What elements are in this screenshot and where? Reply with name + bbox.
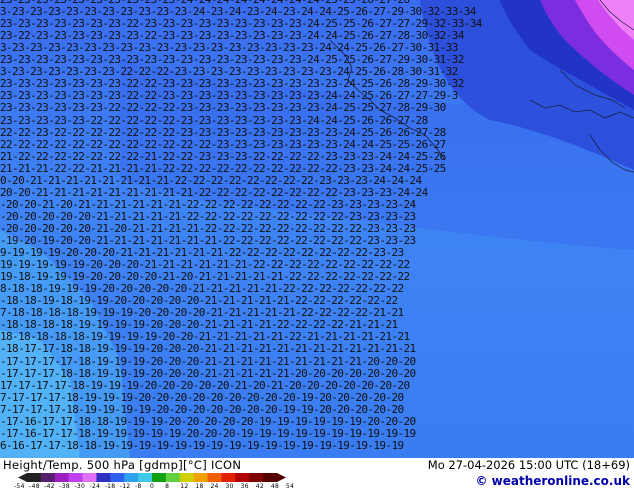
- scale-tick-label: -24: [89, 483, 101, 490]
- scale-swatch: [179, 473, 195, 482]
- scale-swatch: [249, 473, 264, 482]
- scale-tick-label: 24: [210, 483, 219, 490]
- map-footer: Height/Temp. 500 hPa [gdmp][°C] ICON Mo …: [0, 458, 634, 490]
- scale-swatch: [152, 473, 167, 482]
- scale-tick-label: -54: [14, 483, 25, 490]
- copyright[interactable]: © weatheronline.co.uk: [475, 474, 630, 488]
- scale-swatch: [193, 473, 209, 482]
- scale-tick-label: 0: [150, 483, 155, 490]
- scale-arrow-left: [18, 473, 27, 482]
- scale-tick-label: 48: [270, 483, 280, 490]
- scale-tick-label: 8: [165, 483, 170, 490]
- scale-tick-label: 42: [255, 483, 265, 490]
- scale-swatch: [40, 473, 56, 482]
- scale-tick-label: -8: [134, 483, 142, 490]
- scale-tick-label: -48: [29, 483, 40, 490]
- scale-swatch: [138, 473, 153, 482]
- scale-arrow-right: [277, 473, 286, 482]
- scale-tick-label: 54: [286, 483, 295, 490]
- scale-swatch: [68, 473, 84, 482]
- scale-tick-label: 36: [240, 483, 249, 490]
- map-background: [0, 0, 634, 458]
- valid-time: Mo 27-04-2026 15:00 UTC (18+69): [427, 458, 630, 472]
- scale-tick-label: -12: [119, 483, 131, 490]
- temperature-map[interactable]: [0, 0, 634, 458]
- scale-tick-label: 30: [225, 483, 234, 490]
- scale-tick-label: -30: [74, 483, 86, 490]
- scale-swatch: [110, 473, 125, 482]
- scale-swatch: [235, 473, 250, 482]
- color-scale: [18, 473, 286, 482]
- scale-swatch: [54, 473, 70, 482]
- scale-tick-label: -42: [44, 483, 55, 490]
- scale-tick-label: -38: [59, 483, 71, 490]
- scale-tick-label: 12: [180, 483, 189, 490]
- scale-swatch: [207, 473, 222, 482]
- map-title: Height/Temp. 500 hPa [gdmp][°C] ICON: [3, 458, 242, 472]
- scale-swatch: [96, 473, 111, 482]
- scale-swatch: [221, 473, 236, 482]
- scale-swatch: [27, 473, 42, 482]
- scale-swatch: [165, 473, 181, 482]
- scale-swatch: [82, 473, 97, 482]
- scale-tick-label: -18: [104, 483, 116, 490]
- scale-swatch: [124, 473, 139, 482]
- scale-tick-label: 18: [195, 483, 204, 490]
- scale-swatch: [263, 473, 278, 482]
